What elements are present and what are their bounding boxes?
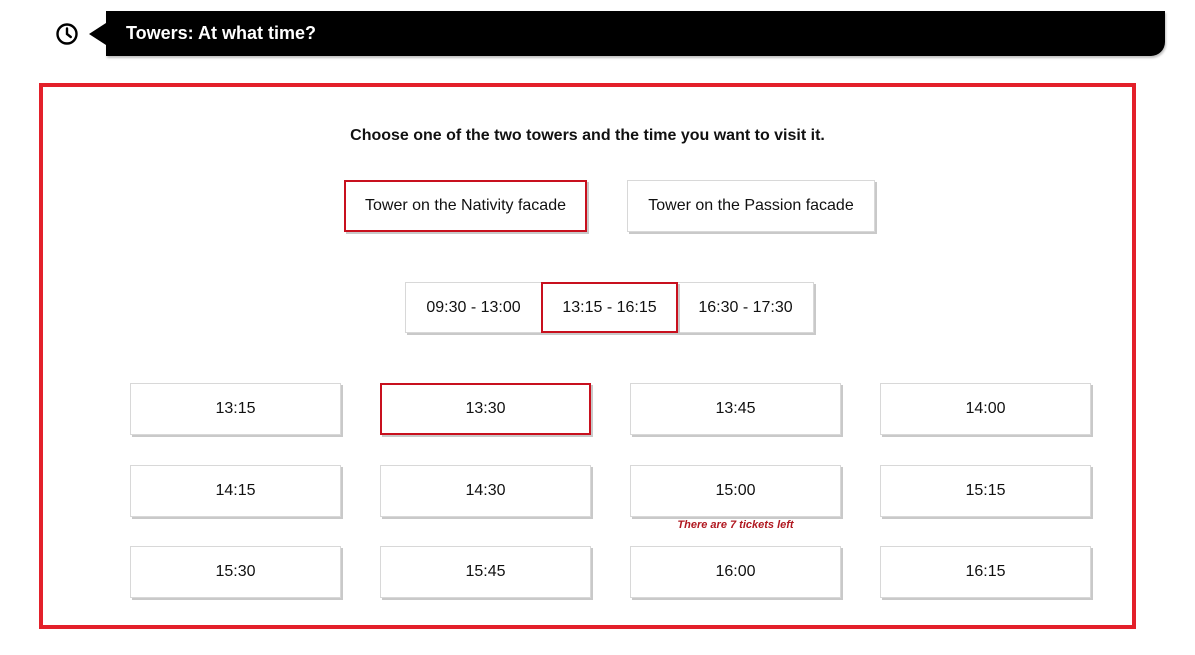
time-slot-button-selected[interactable]: 13:30 <box>380 383 591 435</box>
time-slot-button[interactable]: 15:00 <box>630 465 841 517</box>
time-slot-button[interactable]: 14:15 <box>130 465 341 517</box>
time-slot-button[interactable]: 15:45 <box>380 546 591 598</box>
step-header: Towers: At what time? <box>0 0 1195 60</box>
page-title: Towers: At what time? <box>126 23 317 43</box>
tickets-left-notice: There are 7 tickets left <box>677 519 794 531</box>
time-slot-button[interactable]: 14:00 <box>880 383 1091 435</box>
time-range-afternoon-button[interactable]: 13:15 - 16:15 <box>541 282 678 333</box>
tower-passion-button[interactable]: Tower on the Passion facade <box>627 180 875 232</box>
time-slot-button[interactable]: 13:45 <box>630 383 841 435</box>
time-range-evening-button[interactable]: 16:30 - 17:30 <box>677 282 814 333</box>
time-slot-button[interactable]: 16:15 <box>880 546 1091 598</box>
time-slot-button[interactable]: 16:00 <box>630 546 841 598</box>
title-arrow <box>89 23 106 45</box>
ticket-selection-panel: Choose one of the two towers and the tim… <box>39 83 1136 629</box>
instructions-text: Choose one of the two towers and the tim… <box>350 127 825 144</box>
time-slot-button[interactable]: 15:15 <box>880 465 1091 517</box>
time-range-morning-button[interactable]: 09:30 - 13:00 <box>405 282 542 333</box>
time-slot-button[interactable]: 14:30 <box>380 465 591 517</box>
tower-nativity-button[interactable]: Tower on the Nativity facade <box>344 180 587 232</box>
title-bar: Towers: At what time? <box>89 11 1165 56</box>
time-slot-button[interactable]: 13:15 <box>130 383 341 435</box>
time-slot-button[interactable]: 15:30 <box>130 546 341 598</box>
clock-icon <box>55 22 79 46</box>
